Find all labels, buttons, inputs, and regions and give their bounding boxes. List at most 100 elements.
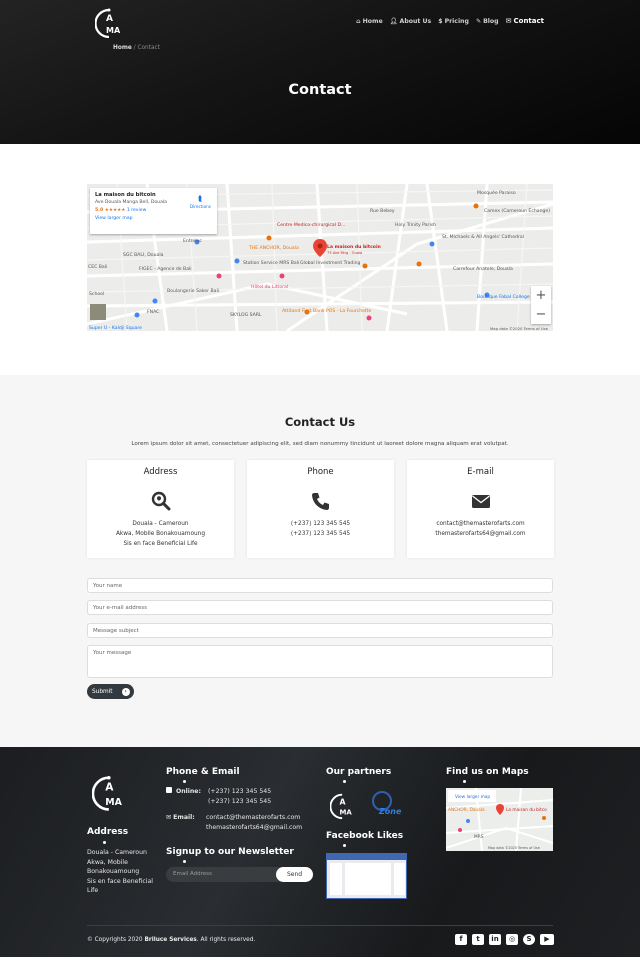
contact-lead: Lorem ipsum dolor sit amet, consectetuer… bbox=[131, 441, 509, 447]
map-label-the-anchor: THE ANCHOR, Douala bbox=[248, 245, 299, 251]
map-label-skylog: SKYLOG SARL bbox=[230, 312, 262, 318]
map-label-holy-trinity: Holy Trinity Parish bbox=[395, 222, 436, 228]
youtube-icon[interactable]: ▶ bbox=[540, 934, 554, 945]
name-input[interactable]: Your name bbox=[87, 578, 553, 593]
linkedin-icon[interactable]: in bbox=[489, 934, 501, 945]
submit-button[interactable]: Submit › bbox=[87, 684, 134, 699]
nav-home-label: Home bbox=[362, 17, 383, 25]
map-label-rue-bebey: Rue Bebey bbox=[370, 208, 395, 214]
title-dot bbox=[463, 780, 466, 783]
zoom-in-button[interactable]: + bbox=[531, 286, 551, 305]
nav-contact-label: Contact bbox=[513, 17, 545, 25]
subject-input[interactable]: Message subject bbox=[87, 623, 553, 638]
partner-logo-oama[interactable]: A MA bbox=[330, 791, 356, 821]
submit-label: Submit bbox=[92, 688, 113, 695]
footer-map-anchor: ANCHOR, Douala bbox=[448, 807, 485, 813]
envelope-icon: ✉ bbox=[505, 17, 512, 25]
directions-label: Directions bbox=[189, 204, 211, 209]
svg-text:A: A bbox=[340, 797, 346, 806]
newsletter-email-input[interactable]: Email Address bbox=[173, 871, 212, 877]
home-icon: ⌂ bbox=[356, 17, 361, 25]
svg-text:A: A bbox=[105, 782, 114, 794]
address-line-3: Sis en face Beneficial Life bbox=[123, 541, 198, 547]
map-label-global-investment: Global Investment Trading bbox=[300, 260, 361, 266]
map-zoom-control: + − bbox=[531, 286, 551, 324]
dollar-icon: $ bbox=[438, 17, 443, 25]
footer-map-attribution: Map data ©2020 Terms of Use bbox=[488, 846, 540, 850]
footer-address-line: Life bbox=[87, 887, 99, 894]
footer-email[interactable]: contact@themasterofarts.com bbox=[206, 813, 302, 823]
map-label-entrelec: Entrelec bbox=[183, 238, 202, 244]
svg-text:MA: MA bbox=[106, 26, 121, 35]
map-label-boulangerie: Boulangerie Saker Bali bbox=[167, 288, 219, 294]
view-larger-map-link[interactable]: View larger map bbox=[95, 216, 212, 221]
footer-address-line: Sis en face Beneficial bbox=[87, 877, 153, 885]
footer-emails: contact@themasterofarts.com themasterofa… bbox=[206, 813, 302, 832]
map-label-mosquee: Mosquée Paraiso bbox=[477, 189, 516, 196]
footer-email[interactable]: themasterofarts64@gmail.com bbox=[206, 823, 302, 833]
nav-blog[interactable]: ✎ Blog bbox=[476, 17, 499, 25]
partners-logos: A MA Zone bbox=[327, 789, 407, 823]
email-input[interactable]: Your e-mail address bbox=[87, 600, 553, 615]
user-icon: 👤︎ bbox=[389, 18, 398, 25]
map-label-carrefour: Carrefour Anatole, Douala bbox=[453, 266, 513, 272]
title-dot bbox=[103, 841, 106, 844]
email-line-2: themasterofarts64@gmail.com bbox=[435, 531, 526, 537]
nav-home[interactable]: ⌂ Home bbox=[356, 17, 383, 25]
newsletter-send-button[interactable]: Send bbox=[276, 867, 313, 882]
title-dot bbox=[343, 844, 346, 847]
footer-address-line: Bonakouamoung bbox=[87, 868, 140, 875]
map-label-afriland: Attitand First Bank POS - La Fourchette bbox=[282, 308, 372, 314]
footer-phone: (+237) 123 345 545 bbox=[208, 797, 272, 805]
address-line-2: Akwa, Mobile Bonakouamoung bbox=[115, 531, 206, 537]
copyright-brand[interactable]: Briluce Services bbox=[144, 937, 196, 943]
contact-title: Contact Us bbox=[284, 415, 356, 429]
nav-contact[interactable]: ✉ Contact bbox=[506, 17, 544, 25]
site-footer: A MA Address Douala - Cameroun Akwa, Mob… bbox=[0, 747, 640, 957]
twitter-icon[interactable]: t bbox=[472, 934, 484, 945]
footer-map-larger-link[interactable]: View larger map bbox=[455, 794, 490, 800]
message-textarea[interactable]: Your message bbox=[87, 645, 553, 678]
nav-pricing[interactable]: $ Pricing bbox=[438, 17, 469, 25]
map-label-centre-medico: Centre Medico-chirurgical D... bbox=[277, 222, 345, 228]
svg-text:A: A bbox=[106, 14, 113, 24]
footer-map-place: La maison du bitco bbox=[506, 807, 547, 813]
footer-address: Douala - Cameroun Akwa, Mobile Bonakouam… bbox=[87, 848, 153, 896]
breadcrumb-current: Contact bbox=[137, 45, 161, 51]
email-card-title: E-mail bbox=[467, 467, 494, 477]
phone-line-1: (+237) 123 345 545 bbox=[290, 521, 351, 527]
map-attribution[interactable]: Map data ©2020 Terms of Use bbox=[490, 326, 548, 331]
map-card-reviews[interactable]: 1 review bbox=[127, 208, 147, 213]
map-label-super-u: Super U - Kaldji Square bbox=[89, 325, 142, 331]
zoom-out-button[interactable]: − bbox=[531, 305, 551, 324]
email-line-1: contact@themasterofarts.com bbox=[436, 521, 525, 527]
map-label-cec-bali: CEC Bali bbox=[88, 264, 107, 270]
instagram-icon[interactable]: ◎ bbox=[506, 934, 518, 945]
directions-button[interactable]: ⮬ Directions bbox=[190, 194, 211, 209]
partners-title: Our partners bbox=[326, 767, 392, 777]
nav-about[interactable]: 👤︎ About Us bbox=[389, 17, 432, 26]
svg-text:MA: MA bbox=[340, 809, 353, 817]
breadcrumb-home[interactable]: Home bbox=[113, 45, 132, 51]
map-label-maison-bitcoin: La maison du bitcoin bbox=[327, 244, 381, 250]
email-label: Email: bbox=[173, 814, 195, 821]
logo-icon: A MA bbox=[91, 775, 123, 811]
footer-address-line: Akwa, Mobile bbox=[87, 858, 128, 866]
nav-blog-label: Blog bbox=[483, 17, 499, 25]
logo-icon: A MA bbox=[94, 8, 121, 39]
nav-pricing-label: Pricing bbox=[444, 17, 469, 25]
footer-map-canvas: View larger map La maison du bitco ANCHO… bbox=[446, 788, 553, 851]
main-nav: ⌂ Home 👤︎ About Us $ Pricing ✎ Blog ✉ Contact bbox=[356, 17, 544, 25]
site-logo[interactable]: A MA bbox=[94, 6, 125, 40]
footer-map[interactable]: View larger map La maison du bitco ANCHO… bbox=[446, 788, 553, 851]
facebook-widget[interactable] bbox=[326, 853, 407, 899]
copyright-suffix: . All rights reserved. bbox=[196, 937, 256, 943]
envelope-icon bbox=[471, 491, 491, 511]
facebook-icon[interactable]: f bbox=[455, 934, 467, 945]
footer-email-row: ✉ Email: bbox=[166, 813, 195, 823]
skype-icon[interactable]: S bbox=[523, 934, 535, 945]
footer-logo[interactable]: A MA bbox=[91, 773, 128, 817]
copyright-prefix: © Copyrights 2020 bbox=[87, 937, 145, 943]
envelope-icon: ✉ bbox=[166, 814, 172, 821]
phone-icon bbox=[311, 491, 331, 511]
